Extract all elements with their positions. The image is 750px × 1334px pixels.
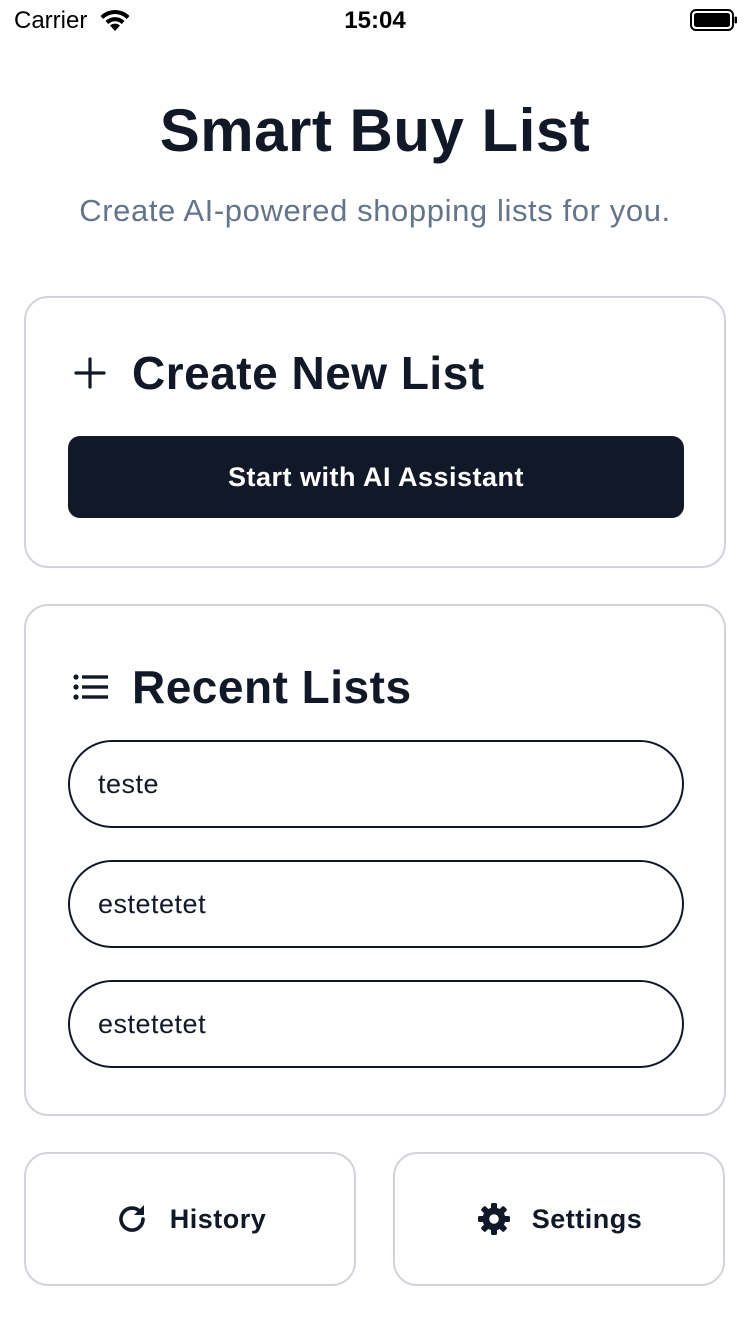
create-list-card: Create New List Start with AI Assistant [24,296,726,568]
history-button[interactable]: History [24,1152,356,1286]
recent-lists-title: Recent Lists [132,661,412,713]
recent-list-item[interactable]: estetetet [68,980,684,1068]
history-label: History [169,1203,267,1234]
gear-icon [477,1203,510,1235]
list-icon [73,674,108,700]
recent-list-item[interactable]: estetetet [68,860,684,948]
status-time: 15:04 [344,7,406,34]
recent-list-item[interactable]: teste [68,740,684,828]
battery-icon [690,9,737,31]
start-ai-assistant-button[interactable]: Start with AI Assistant [68,436,684,518]
create-list-title: Create New List [132,347,485,399]
settings-button[interactable]: Settings [393,1152,725,1286]
settings-label: Settings [531,1203,643,1234]
screen: Carrier 15:04 Smart Buy List Create AI-p… [0,0,750,1334]
refresh-icon [118,1205,145,1232]
status-bar: Carrier 15:04 [0,0,750,40]
recent-lists-card: Recent Lists teste estetetet estetetet [24,604,726,1116]
plus-icon [74,357,106,389]
page-subtitle: Create AI-powered shopping lists for you… [79,193,671,228]
create-list-header: Create New List [70,346,485,400]
page-title: Smart Buy List [159,97,591,164]
recent-lists-header: Recent Lists [70,660,412,714]
